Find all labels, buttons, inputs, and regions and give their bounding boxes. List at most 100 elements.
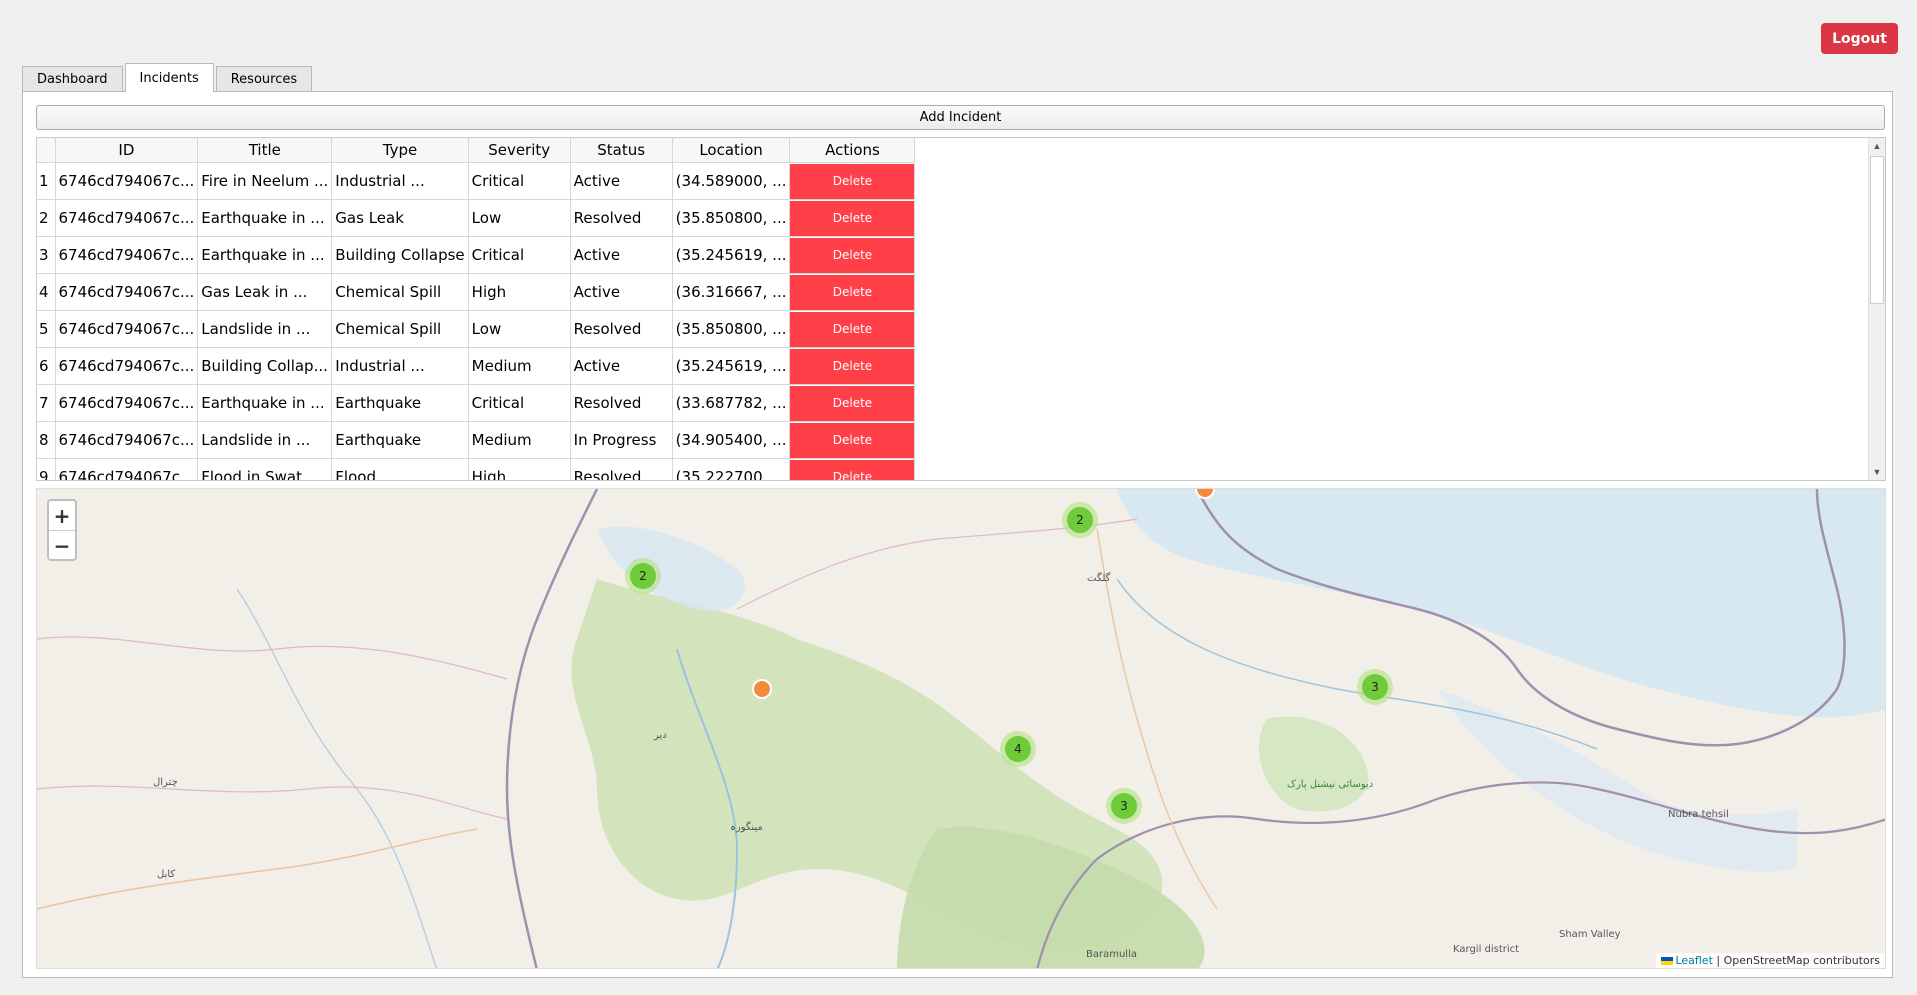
cell-title[interactable]: Gas Leak in ... (197, 273, 333, 311)
cell-location[interactable]: (34.589000, ... (672, 162, 791, 200)
cell-location[interactable]: (34.905400, ... (672, 421, 791, 459)
cell-id[interactable]: 6746cd794067c... (55, 199, 199, 237)
delete-button[interactable]: Delete (790, 163, 914, 199)
add-incident-button[interactable]: Add Incident (36, 105, 1885, 130)
table-row[interactable]: 5 6746cd794067c... Landslide in ... Chem… (37, 310, 916, 348)
cell-type[interactable]: Chemical Spill (331, 310, 469, 348)
cell-id[interactable]: 6746cd794067c... (55, 162, 199, 200)
scroll-up-icon[interactable]: ▲ (1869, 138, 1885, 154)
table-row[interactable]: 4 6746cd794067c... Gas Leak in ... Chemi… (37, 273, 916, 311)
cell-type[interactable]: Building Collapse (331, 236, 469, 274)
column-header-actions[interactable]: Actions (789, 138, 916, 163)
cell-id[interactable]: 6746cd794067c... (55, 421, 199, 459)
column-header-status[interactable]: Status (570, 138, 673, 163)
cell-type[interactable]: Gas Leak (331, 199, 469, 237)
cell-location[interactable]: (35.245619, ... (672, 236, 791, 274)
cell-type[interactable]: Earthquake (331, 421, 469, 459)
table-row[interactable]: 1 6746cd794067c... Fire in Neelum ... In… (37, 162, 916, 200)
cell-status[interactable]: Resolved (570, 458, 673, 480)
cell-title[interactable]: Landslide in ... (197, 310, 333, 348)
cell-type[interactable]: Chemical Spill (331, 273, 469, 311)
cell-location[interactable]: (35.850800, ... (672, 199, 791, 237)
cell-severity[interactable]: Critical (468, 384, 571, 422)
map-cluster[interactable]: 2 (625, 558, 661, 594)
cell-severity[interactable]: High (468, 273, 571, 311)
cell-status[interactable]: Resolved (570, 384, 673, 422)
map-cluster[interactable]: 4 (1000, 731, 1036, 767)
cell-title[interactable]: Fire in Neelum ... (197, 162, 333, 200)
cell-location[interactable]: (35.850800, ... (672, 310, 791, 348)
column-header-location[interactable]: Location (672, 138, 791, 163)
cell-severity[interactable]: Low (468, 199, 571, 237)
tab-resources[interactable]: Resources (215, 66, 313, 92)
delete-button[interactable]: Delete (790, 385, 914, 421)
table-row[interactable]: 9 6746cd794067c... Flood in Swat Flood H… (37, 458, 916, 480)
delete-button[interactable]: Delete (790, 274, 914, 310)
tab-dashboard[interactable]: Dashboard (22, 66, 123, 92)
column-header-severity[interactable]: Severity (468, 138, 571, 163)
column-header-id[interactable]: ID (55, 138, 199, 163)
table-row[interactable]: 2 6746cd794067c... Earthquake in ... Gas… (37, 199, 916, 237)
logout-button[interactable]: Logout (1821, 23, 1898, 54)
delete-button[interactable]: Delete (790, 348, 914, 384)
map-cluster[interactable]: 2 (1062, 502, 1098, 538)
map-cluster[interactable]: 3 (1106, 788, 1142, 824)
cell-status[interactable]: Active (570, 236, 673, 274)
incident-marker[interactable] (752, 679, 772, 699)
cell-severity[interactable]: Medium (468, 421, 571, 459)
cell-severity[interactable]: Low (468, 310, 571, 348)
cell-title[interactable]: Earthquake in ... (197, 199, 333, 237)
delete-button[interactable]: Delete (790, 422, 914, 458)
cell-id[interactable]: 6746cd794067c... (55, 310, 199, 348)
cell-id[interactable]: 6746cd794067c... (55, 458, 199, 480)
cell-id[interactable]: 6746cd794067c... (55, 347, 199, 385)
cell-title[interactable]: Flood in Swat (197, 458, 333, 480)
delete-button[interactable]: Delete (790, 311, 914, 347)
cell-location[interactable]: (33.687782, ... (672, 384, 791, 422)
cell-actions: Delete (789, 421, 916, 459)
cell-title[interactable]: Earthquake in ... (197, 384, 333, 422)
map-cluster[interactable]: 3 (1357, 669, 1393, 705)
delete-button[interactable]: Delete (790, 200, 914, 236)
incident-map[interactable]: + − گلگت دیر مینگورہ کابل Baramulla Karg… (36, 488, 1886, 969)
cell-id[interactable]: 6746cd794067c... (55, 273, 199, 311)
cell-severity[interactable]: High (468, 458, 571, 480)
delete-button[interactable]: Delete (790, 459, 914, 480)
table-scrollbar[interactable]: ▲ ▼ (1868, 138, 1885, 480)
cell-status[interactable]: Resolved (570, 199, 673, 237)
cell-severity[interactable]: Critical (468, 236, 571, 274)
cell-status[interactable]: In Progress (570, 421, 673, 459)
table-row[interactable]: 8 6746cd794067c... Landslide in ... Eart… (37, 421, 916, 459)
cell-status[interactable]: Active (570, 347, 673, 385)
cell-title[interactable]: Landslide in ... (197, 421, 333, 459)
osm-attribution[interactable]: OpenStreetMap contributors (1724, 954, 1880, 967)
cell-location[interactable]: (35.245619, ... (672, 347, 791, 385)
cell-location[interactable]: (35.222700, ... (672, 458, 791, 480)
tab-incidents[interactable]: Incidents (124, 63, 214, 92)
cell-status[interactable]: Active (570, 162, 673, 200)
cell-type[interactable]: Flood (331, 458, 469, 480)
cell-id[interactable]: 6746cd794067c... (55, 384, 199, 422)
scroll-down-icon[interactable]: ▼ (1869, 464, 1885, 480)
leaflet-link[interactable]: Leaflet (1675, 954, 1712, 967)
table-row[interactable]: 7 6746cd794067c... Earthquake in ... Ear… (37, 384, 916, 422)
cell-title[interactable]: Earthquake in ... (197, 236, 333, 274)
cell-title[interactable]: Building Collap... (197, 347, 333, 385)
cell-type[interactable]: Earthquake (331, 384, 469, 422)
cell-id[interactable]: 6746cd794067c... (55, 236, 199, 274)
table-row[interactable]: 3 6746cd794067c... Earthquake in ... Bui… (37, 236, 916, 274)
cell-location[interactable]: (36.316667, ... (672, 273, 791, 311)
zoom-in-button[interactable]: + (49, 501, 75, 531)
scroll-thumb[interactable] (1870, 156, 1884, 304)
cell-status[interactable]: Resolved (570, 310, 673, 348)
column-header-title[interactable]: Title (197, 138, 333, 163)
table-row[interactable]: 6 6746cd794067c... Building Collap... In… (37, 347, 916, 385)
cell-status[interactable]: Active (570, 273, 673, 311)
column-header-type[interactable]: Type (331, 138, 469, 163)
zoom-out-button[interactable]: − (49, 531, 75, 560)
delete-button[interactable]: Delete (790, 237, 914, 273)
cell-severity[interactable]: Medium (468, 347, 571, 385)
cell-type[interactable]: Industrial ... (331, 347, 469, 385)
cell-severity[interactable]: Critical (468, 162, 571, 200)
cell-type[interactable]: Industrial ... (331, 162, 469, 200)
